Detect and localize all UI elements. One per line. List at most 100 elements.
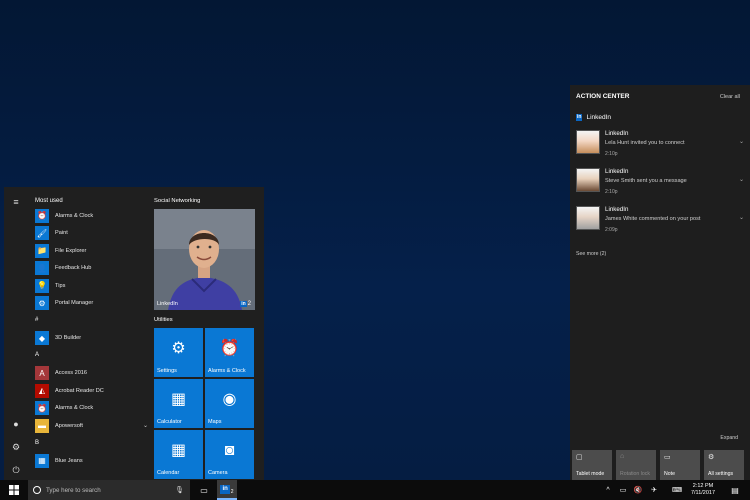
app-list-item[interactable]: ▬ Apowersoft ⌄: [30, 417, 154, 435]
tile-label: Settings: [157, 368, 177, 374]
notification-title: LinkedIn: [605, 206, 629, 213]
alarm-clock-icon: ⏰: [35, 208, 49, 223]
quick-action-all-settings[interactable]: ⚙ All settings: [704, 450, 744, 480]
app-list-item[interactable]: 💡 Tips: [30, 277, 154, 295]
app-list-item[interactable]: ◭ Acrobat Reader DC: [30, 382, 154, 400]
app-list-item[interactable]: ⏰ Alarms & Clock: [30, 400, 154, 418]
tile-alarms-clock[interactable]: ⏰ Alarms & Clock: [205, 328, 254, 377]
tile-maps[interactable]: ◉ Maps: [205, 379, 254, 428]
clear-all-link[interactable]: Clear all: [720, 94, 740, 100]
task-view-icon[interactable]: ▭: [196, 480, 212, 500]
quick-action-rotation-lock[interactable]: ⌂ Rotation lock: [616, 450, 656, 480]
show-hidden-icons-chevron-icon[interactable]: ^: [602, 480, 614, 500]
app-list-item[interactable]: ▦ Blue Jeans: [30, 452, 154, 470]
settings-icon[interactable]: ⚙: [11, 442, 21, 452]
tablet-mode-icon: ▢: [576, 454, 583, 461]
network-icon[interactable]: ✈: [648, 480, 660, 500]
photo-tile-label: LinkedIn: [157, 301, 178, 307]
avatar: [576, 130, 600, 154]
microphone-icon[interactable]: 🎙: [175, 486, 184, 494]
notification[interactable]: LinkedIn Steve Smith sent you a message 2:…: [576, 168, 746, 200]
maps-icon: ◉: [222, 391, 237, 408]
expand-link[interactable]: Expand: [720, 435, 738, 441]
calculator-icon: ▦: [170, 391, 187, 408]
portal-icon: ⚙: [35, 296, 49, 311]
clock[interactable]: 2:12 PM 7/11/2017: [686, 480, 720, 500]
linkedin-taskbar-button[interactable]: in 2: [217, 480, 237, 500]
quick-action-label: All settings: [708, 471, 734, 477]
app-label: Alarms & Clock: [55, 405, 94, 412]
tile-label: Maps: [208, 419, 222, 425]
volume-muted-icon[interactable]: 🔇: [632, 480, 644, 500]
notification-body: James White commented on your post: [605, 216, 701, 222]
most-used-header: Most used: [35, 198, 63, 204]
app-name: LinkedIn: [586, 114, 612, 121]
quick-action-note[interactable]: ▭ Note: [660, 450, 700, 480]
linkedin-logo-icon: in: [220, 484, 230, 494]
avatar: [576, 168, 600, 192]
keyboard-icon[interactable]: ⌨: [670, 480, 684, 500]
app-list-item[interactable]: 🖌 Paint: [30, 225, 154, 243]
app-label: Blue Jeans: [55, 457, 83, 464]
notification-time: 2:10p: [605, 189, 618, 195]
app-list-letter-header[interactable]: #: [30, 312, 154, 330]
linkedin-badge: 2: [230, 489, 234, 495]
quick-action-tablet-mode[interactable]: ▢ Tablet mode: [572, 450, 612, 480]
app-list-item[interactable]: ⏰ Alarms & Clock: [30, 207, 154, 225]
see-more-link[interactable]: See more (2): [576, 251, 606, 257]
camera-icon: ◙: [224, 442, 235, 459]
app-list-item[interactable]: 👤 Feedback Hub: [30, 260, 154, 278]
3d-builder-icon: ◆: [35, 331, 49, 346]
group-social-networking: Social Networking: [154, 198, 201, 204]
notification[interactable]: LinkedIn Lela Hunt invited you to connect…: [576, 130, 746, 162]
linkedin-photo-tile[interactable]: LinkedIn in 2: [154, 209, 255, 310]
app-label: Paint: [55, 230, 68, 237]
chevron-down-icon[interactable]: ⌄: [739, 138, 744, 145]
app-label: Portal Manager: [55, 300, 94, 307]
tile-calculator[interactable]: ▦ Calculator: [154, 379, 203, 428]
acrobat-icon: ◭: [35, 383, 49, 398]
folder-icon: 📁: [35, 243, 49, 258]
group-utilities: Utilities: [154, 317, 173, 323]
battery-icon[interactable]: ▭: [617, 480, 629, 500]
tile-calendar[interactable]: ▦ Calendar: [154, 430, 203, 479]
app-list-item[interactable]: A Access 2016: [30, 365, 154, 383]
gear-icon: ⚙: [171, 340, 186, 357]
note-icon: ▭: [664, 454, 671, 461]
app-label: Apowersoft: [55, 422, 83, 429]
app-label: 3D Builder: [55, 335, 82, 342]
tile-settings[interactable]: ⚙ Settings: [154, 328, 203, 377]
tile-camera[interactable]: ◙ Camera: [205, 430, 254, 479]
action-center-title: ACTION CENTER: [576, 93, 630, 100]
notification-time: 2:09p: [605, 227, 618, 233]
linkedin-logo-icon: in: [240, 301, 247, 307]
quick-action-label: Note: [664, 471, 675, 477]
windows-start-button[interactable]: [3, 480, 25, 500]
app-label: Alarms & Clock: [55, 212, 94, 219]
app-list-letter-header[interactable]: A: [30, 347, 154, 365]
paint-icon: 🖌: [35, 226, 49, 241]
hamburger-icon[interactable]: ≡: [11, 197, 21, 207]
app-list-item[interactable]: ◆ 3D Builder: [30, 330, 154, 348]
chevron-down-icon[interactable]: ⌄: [739, 214, 744, 221]
app-list-letter-header[interactable]: B: [30, 435, 154, 453]
app-list-item[interactable]: ⚙ Portal Manager: [30, 295, 154, 313]
action-center-notification-icon[interactable]: ▤: [728, 480, 742, 500]
power-icon[interactable]: ⏻: [11, 465, 21, 475]
notification[interactable]: LinkedIn James White commented on your po…: [576, 206, 746, 238]
app-label: File Explorer: [55, 247, 87, 254]
alarm-clock-icon: ⏰: [219, 340, 240, 357]
chevron-down-icon[interactable]: ⌄: [739, 176, 744, 183]
user-avatar-icon[interactable]: ●: [11, 419, 21, 429]
photo-tile-badge: in 2: [240, 301, 251, 307]
calendar-icon: ▦: [170, 442, 187, 459]
avatar: [576, 206, 600, 230]
notification-body: Steve Smith sent you a message: [605, 178, 687, 184]
tile-label: Camera: [208, 470, 228, 476]
folder-icon: ▬: [35, 418, 49, 433]
search-box[interactable]: Type here to search 🎙: [28, 480, 190, 500]
chevron-down-icon[interactable]: ⌄: [143, 422, 148, 429]
clock-date: 7/11/2017: [690, 490, 716, 496]
tile-label: Alarms & Clock: [208, 368, 246, 374]
app-list-item[interactable]: 📁 File Explorer: [30, 242, 154, 260]
